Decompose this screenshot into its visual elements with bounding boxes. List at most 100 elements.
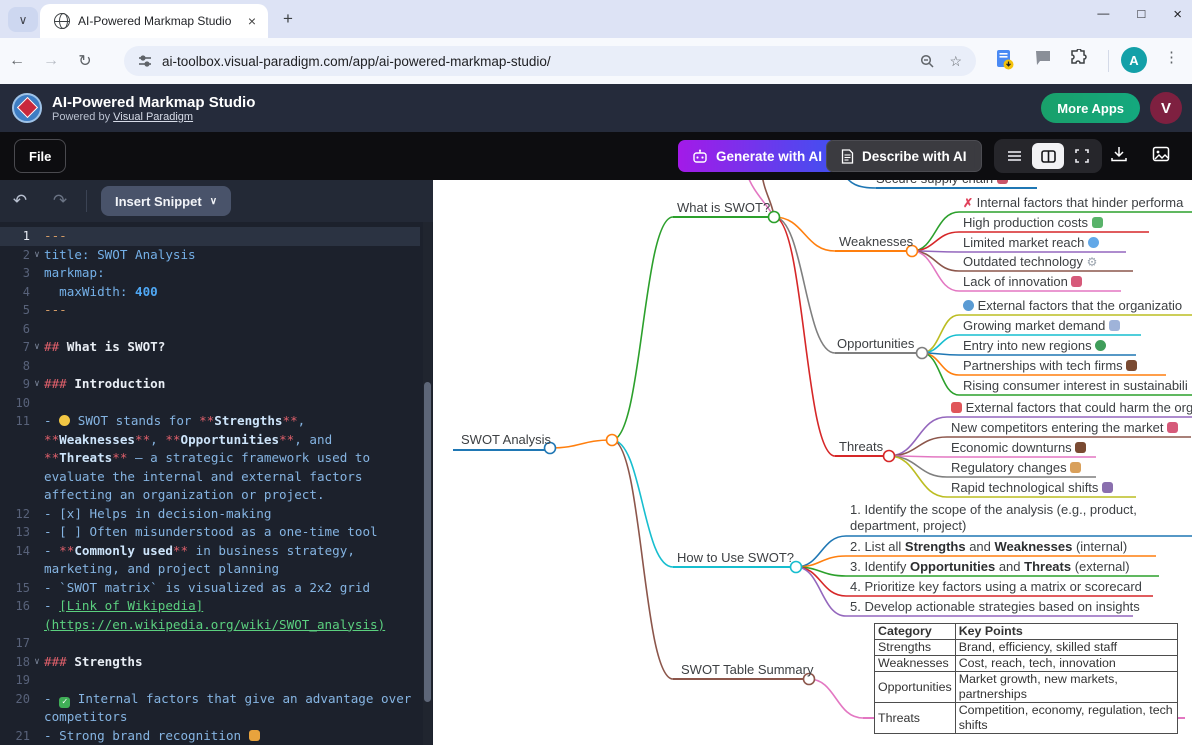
fold-chevron-icon[interactable]: ∨	[30, 338, 44, 357]
editor-line[interactable]: 1---	[0, 227, 420, 246]
emoji-icon: ✗	[963, 196, 973, 210]
line-number: 2	[0, 246, 30, 265]
line-content: title: SWOT Analysis	[44, 246, 420, 265]
line-number: 5	[0, 301, 30, 320]
zoom-out-icon[interactable]	[920, 54, 935, 69]
mindmap-node-root: SWOT Analysis	[461, 432, 551, 447]
emoji-icon	[1088, 237, 1099, 248]
fullscreen-view-icon[interactable]	[1066, 143, 1098, 169]
back-icon[interactable]: ←	[0, 52, 34, 70]
file-menu-button[interactable]: File	[14, 139, 66, 173]
emoji-icon	[1109, 320, 1120, 331]
editor-view-icon[interactable]	[998, 143, 1030, 169]
export-image-icon[interactable]	[1152, 145, 1170, 163]
editor-line[interactable]: 14- **Commonly used** in business strate…	[0, 542, 420, 579]
user-avatar[interactable]: V	[1150, 92, 1182, 124]
table-cell: Weaknesses	[875, 656, 956, 672]
describe-with-ai-button[interactable]: Describe with AI	[826, 140, 982, 172]
side-panel-icon[interactable]	[1034, 49, 1052, 67]
editor-line[interactable]: 5---	[0, 301, 420, 320]
tab-close-icon[interactable]: ×	[244, 13, 260, 29]
more-apps-button[interactable]: More Apps	[1041, 93, 1140, 123]
line-content: - Strong brand recognition	[44, 727, 420, 745]
mindmap-node-how-5: 5. Develop actionable strategies based o…	[850, 599, 1140, 614]
line-number: 7	[0, 338, 30, 357]
line-number: 14	[0, 542, 30, 579]
editor-line[interactable]: 8	[0, 357, 420, 376]
fold-chevron-icon[interactable]: ∨	[30, 375, 44, 394]
mindmap-node-how-to-use-swot: How to Use SWOT?	[677, 550, 794, 565]
editor-line[interactable]: 11- SWOT stands for **Strengths**, **Wea…	[0, 412, 420, 505]
site-settings-icon[interactable]	[138, 54, 152, 68]
fold-chevron-icon[interactable]: ∨	[30, 246, 44, 265]
line-content: maxWidth: 400	[44, 283, 420, 302]
new-tab-button[interactable]: +	[283, 9, 293, 29]
editor-line[interactable]: 2∨title: SWOT Analysis	[0, 246, 420, 265]
redo-icon[interactable]: ↷	[40, 191, 80, 211]
fold-gutter	[30, 264, 44, 283]
editor-line[interactable]: 20- ✓ Internal factors that give an adva…	[0, 690, 420, 727]
fold-gutter	[30, 394, 44, 413]
editor-line[interactable]: 17	[0, 634, 420, 653]
bookmark-star-icon[interactable]: ☆	[949, 53, 962, 70]
mindmap-edge	[843, 180, 876, 188]
mindmap-node-weaknesses: Weaknesses	[839, 234, 913, 249]
editor-line[interactable]: 13- [ ] Often misunderstood as a one-tim…	[0, 523, 420, 542]
line-number: 8	[0, 357, 30, 376]
emoji-icon	[1071, 276, 1082, 287]
address-bar[interactable]: ai-toolbox.visual-paradigm.com/app/ai-po…	[124, 46, 976, 76]
table-cell: Brand, efficiency, skilled staff	[955, 640, 1177, 656]
line-number: 20	[0, 690, 30, 727]
chevron-down-icon: ∨	[19, 13, 28, 27]
code-editor[interactable]: 1---2∨title: SWOT Analysis3markmap:4 max…	[0, 222, 420, 745]
window-minimize-button[interactable]: —	[1097, 6, 1109, 23]
fold-chevron-icon[interactable]: ∨	[30, 653, 44, 672]
markdown-editor-panel: ↶ ↷ Insert Snippet ∨ 1---2∨title: SWOT A…	[0, 180, 433, 745]
editor-line[interactable]: 12- [x] Helps in decision-making	[0, 505, 420, 524]
window-maximize-button[interactable]: □	[1137, 6, 1145, 23]
editor-line[interactable]: 6	[0, 320, 420, 339]
url-text[interactable]: ai-toolbox.visual-paradigm.com/app/ai-po…	[162, 54, 920, 69]
editor-line[interactable]: 19	[0, 671, 420, 690]
line-number: 9	[0, 375, 30, 394]
download-icon[interactable]	[1110, 145, 1128, 163]
editor-line[interactable]: 16- [Link of Wikipedia](https://en.wikip…	[0, 597, 420, 634]
forward-icon[interactable]: →	[34, 52, 68, 70]
line-number: 11	[0, 412, 30, 505]
tab-search-button[interactable]: ∨	[8, 7, 38, 32]
mindmap-panel[interactable]: markmap+−□▣○ CategoryKey PointsStrengths…	[433, 180, 1192, 745]
split-view-icon[interactable]	[1032, 143, 1064, 169]
extensions-puzzle-icon[interactable]	[1070, 49, 1089, 68]
app-title: AI-Powered Markmap Studio	[52, 94, 255, 111]
editor-line[interactable]: 9∨### Introduction	[0, 375, 420, 394]
undo-icon[interactable]: ↶	[0, 191, 40, 211]
editor-line[interactable]: 7∨## What is SWOT?	[0, 338, 420, 357]
reload-icon[interactable]: ↻	[68, 51, 102, 71]
browser-menu-icon[interactable]: ⋮	[1164, 48, 1179, 66]
mindmap-edge	[809, 679, 863, 718]
visual-paradigm-link[interactable]: Visual Paradigm	[113, 111, 193, 123]
generate-with-ai-button[interactable]: Generate with AI	[678, 140, 836, 172]
table-header: Category	[875, 624, 956, 640]
editor-line[interactable]: 4 maxWidth: 400	[0, 283, 420, 302]
mindmap-edge	[922, 353, 959, 375]
node-toggle-circle[interactable]	[607, 435, 618, 446]
emoji-icon: ✓	[59, 697, 70, 708]
editor-line[interactable]: 15- `SWOT matrix` is visualized as a 2x2…	[0, 579, 420, 598]
editor-line[interactable]: 3markmap:	[0, 264, 420, 283]
node-toggle-circle[interactable]	[917, 348, 928, 359]
editor-line[interactable]: 10	[0, 394, 420, 413]
window-close-button[interactable]: ×	[1173, 6, 1182, 23]
editor-line[interactable]: 18∨### Strengths	[0, 653, 420, 672]
browser-tab[interactable]: AI-Powered Markmap Studio ×	[40, 4, 268, 38]
editor-line[interactable]: 21- Strong brand recognition	[0, 727, 420, 745]
mindmap-edge	[912, 232, 959, 251]
table-row: StrengthsBrand, efficiency, skilled staf…	[875, 640, 1178, 656]
browser-profile-avatar[interactable]: A	[1121, 47, 1147, 73]
node-toggle-circle[interactable]	[884, 451, 895, 462]
line-number: 13	[0, 523, 30, 542]
save-share-icon[interactable]	[995, 49, 1015, 71]
insert-snippet-button[interactable]: Insert Snippet ∨	[101, 186, 231, 216]
editor-scrollbar-thumb[interactable]	[424, 382, 431, 702]
mindmap-node-opportunities: Opportunities	[837, 336, 914, 351]
